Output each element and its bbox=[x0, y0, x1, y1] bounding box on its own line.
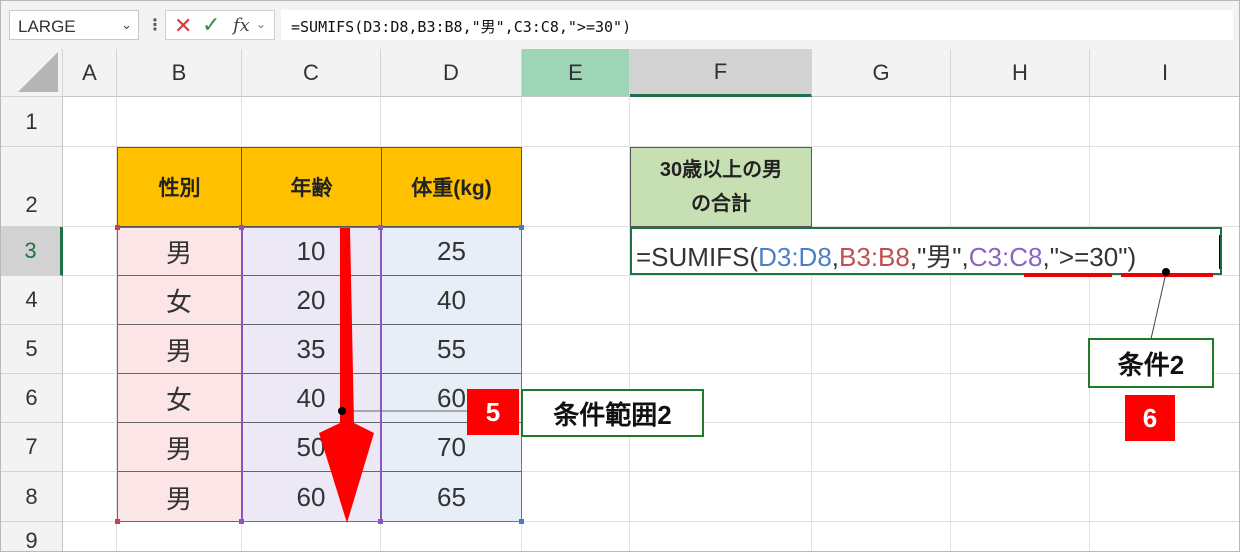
leader-dot bbox=[1162, 268, 1170, 276]
annotation-leaders bbox=[319, 228, 1167, 523]
excel-window: LARGE ⌄ ⋮ ✕ ✓ fx ⌄ =SUMIFS(D3:D8,B3:B8,"… bbox=[0, 0, 1240, 552]
leader-line-6 bbox=[1150, 272, 1167, 340]
down-arrow-icon bbox=[319, 228, 374, 523]
step-badge-5: 5 bbox=[467, 389, 519, 435]
leader-dot bbox=[338, 407, 346, 415]
criteria-range-2-callout: 条件範囲2 bbox=[521, 389, 704, 437]
step-badge-6: 6 bbox=[1125, 395, 1175, 441]
criteria-2-callout: 条件2 bbox=[1088, 338, 1214, 388]
